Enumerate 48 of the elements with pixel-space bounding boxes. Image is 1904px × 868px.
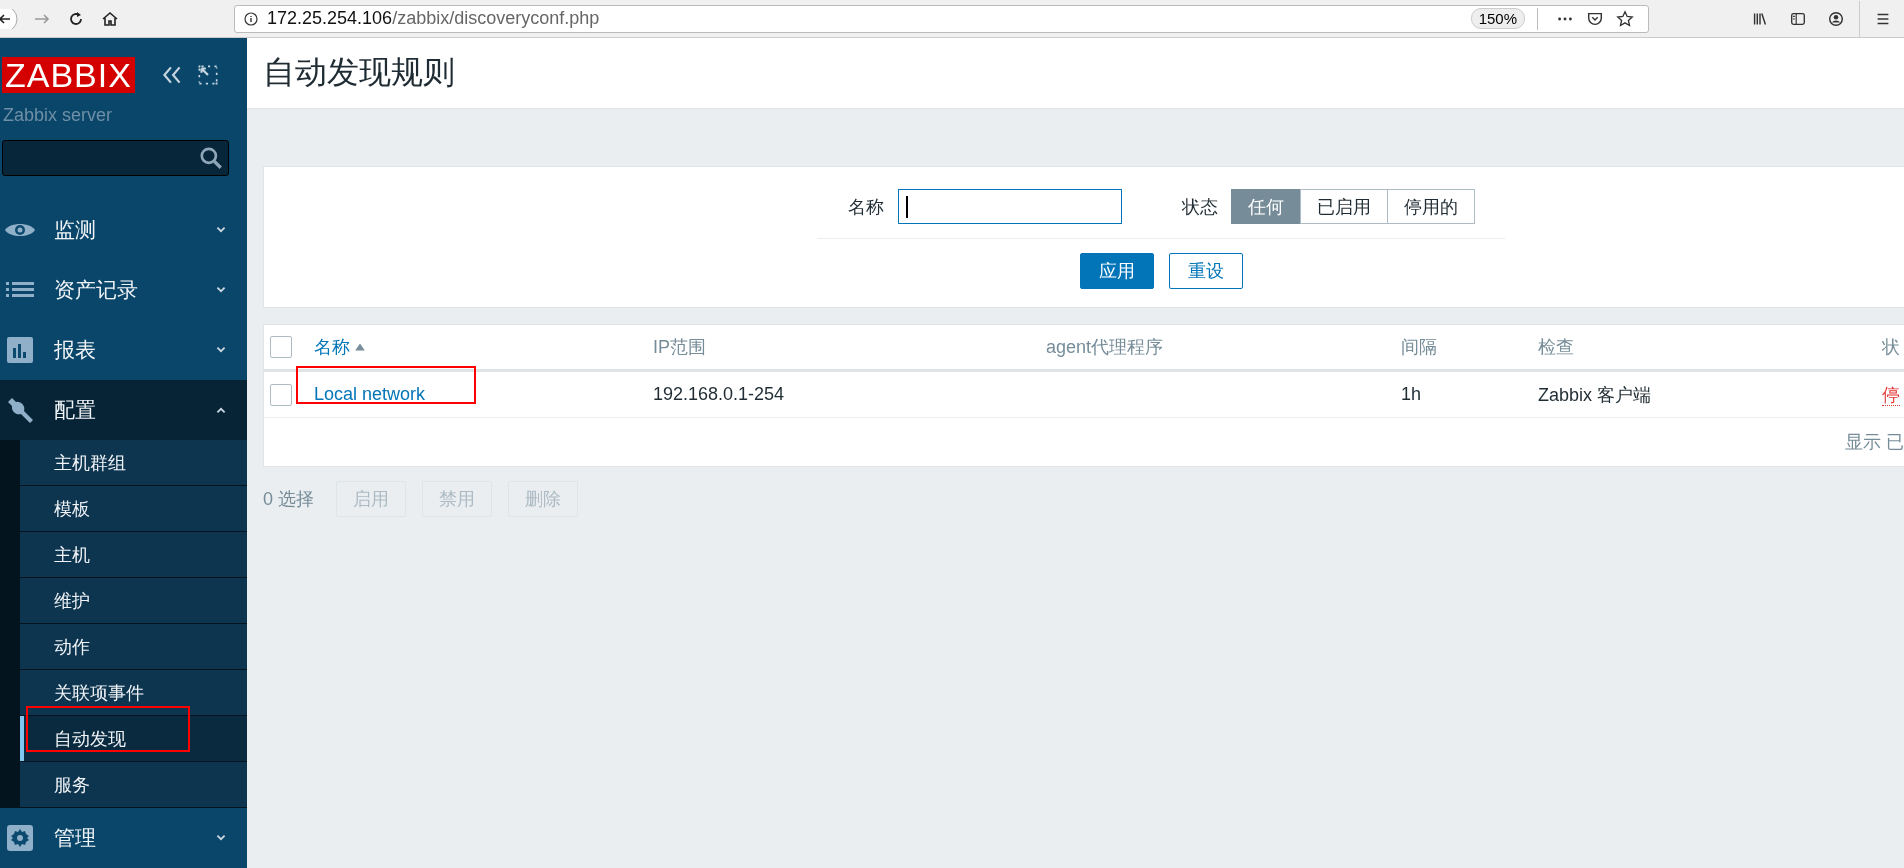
- address-bar[interactable]: 172.25.254.106/zabbix/discoveryconf.php 150%: [234, 4, 1649, 33]
- zoom-badge[interactable]: 150%: [1470, 8, 1525, 29]
- star-icon[interactable]: [1616, 9, 1634, 28]
- account-icon[interactable]: [1827, 9, 1845, 28]
- bar-chart-icon: [4, 334, 36, 366]
- zabbix-logo[interactable]: ZABBIX: [2, 57, 135, 93]
- submenu-item[interactable]: 服务: [20, 762, 247, 808]
- submenu-item[interactable]: 关联项事件: [20, 670, 247, 716]
- checkbox[interactable]: [270, 383, 292, 406]
- selected-count: 0 选择: [263, 488, 314, 511]
- search-field[interactable]: [2, 140, 229, 176]
- back-icon[interactable]: [0, 8, 18, 29]
- menu-item[interactable]: 报表: [0, 320, 247, 380]
- info-icon[interactable]: [243, 10, 259, 27]
- submenu-item[interactable]: 主机: [20, 532, 247, 578]
- name-field[interactable]: [897, 189, 1122, 224]
- submenu-item[interactable]: 模板: [20, 486, 247, 532]
- status-option[interactable]: 已启用: [1299, 189, 1388, 224]
- url-path: /zabbix/discoveryconf.php: [392, 8, 600, 29]
- url-host: 172.25.254.106: [267, 8, 393, 29]
- table-footer-text: 显示 已: [1845, 431, 1904, 454]
- column-header[interactable]: 名称: [314, 335, 366, 359]
- status-option[interactable]: 停用的: [1386, 189, 1475, 224]
- submenu-item[interactable]: 自动发现: [20, 716, 247, 762]
- table-cell: Zabbix 客户端: [1538, 384, 1652, 405]
- table-cell: 192.168.0.1-254: [653, 384, 785, 404]
- column-header[interactable]: 状: [1882, 335, 1900, 359]
- page-title: 自动发现规则: [263, 53, 455, 92]
- apply-button[interactable]: 应用: [1079, 253, 1154, 289]
- field-label: 名称: [847, 195, 884, 219]
- menu-item[interactable]: 资产记录: [0, 260, 247, 320]
- field-label: 状态: [1181, 195, 1218, 219]
- submenu-item[interactable]: 主机群组: [20, 440, 247, 486]
- menu-item[interactable]: 管理: [0, 808, 247, 868]
- table-cell: 1h: [1401, 384, 1422, 404]
- status-link[interactable]: 停: [1882, 384, 1900, 406]
- rule-link[interactable]: Local network: [314, 384, 426, 404]
- column-header[interactable]: 检查: [1538, 335, 1574, 359]
- sort-arrow-icon: [354, 341, 366, 353]
- menu-item[interactable]: 配置: [0, 380, 247, 440]
- server-name: Zabbix server: [2, 104, 114, 126]
- menu-item[interactable]: 监测: [0, 200, 247, 260]
- search-icon[interactable]: [198, 145, 224, 171]
- gear-icon: [4, 822, 36, 854]
- reset-button[interactable]: 重设: [1168, 253, 1243, 289]
- submenu-item[interactable]: 维护: [20, 578, 247, 624]
- submenu-item[interactable]: 动作: [20, 624, 247, 670]
- checkbox[interactable]: [270, 336, 292, 358]
